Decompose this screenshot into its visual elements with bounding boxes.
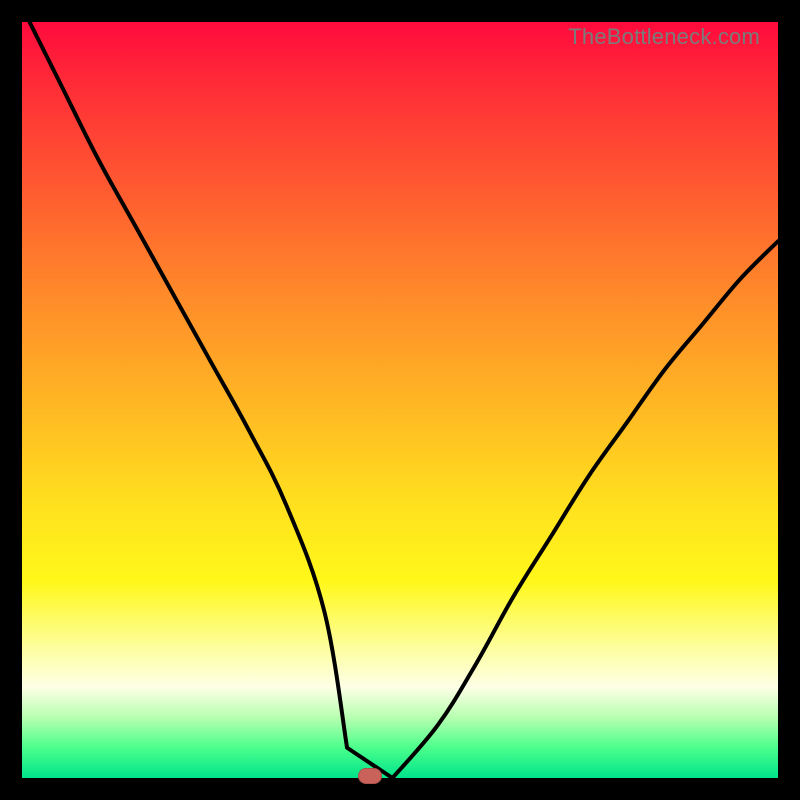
plot-area: TheBottleneck.com [22, 22, 778, 778]
curve-path [30, 22, 778, 778]
chart-frame: TheBottleneck.com [0, 0, 800, 800]
optimal-point-marker [358, 768, 382, 784]
bottleneck-curve [22, 22, 778, 778]
